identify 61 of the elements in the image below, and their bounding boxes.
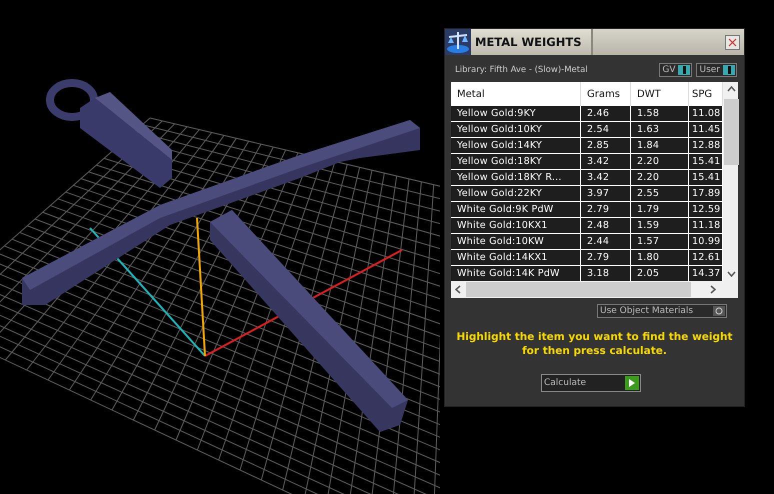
vertical-scrollbar[interactable]	[723, 82, 738, 281]
table-cell: 14.37	[689, 266, 723, 282]
table-cell: 15.41	[689, 154, 723, 170]
table-cell: 11.18	[689, 218, 723, 234]
table-cell: 2.20	[631, 154, 689, 170]
scale-icon	[445, 29, 471, 55]
table-cell: 1.63	[631, 122, 689, 138]
table-cell: 12.88	[689, 138, 723, 154]
table-cell: 1.80	[631, 250, 689, 266]
table-cell: 2.44	[581, 234, 631, 250]
table-cell: 2.79	[581, 250, 631, 266]
table-cell: Yellow Gold:10KY	[451, 122, 581, 138]
table-cell: 11.08	[689, 106, 723, 122]
table-cell: White Gold:9K PdW	[451, 202, 581, 218]
table-cell: 12.59	[689, 202, 723, 218]
horizontal-scrollbar[interactable]	[451, 281, 738, 298]
table-cell: 2.85	[581, 138, 631, 154]
window-title: METAL WEIGHTS	[475, 35, 582, 49]
table-cell: 3.42	[581, 154, 631, 170]
table-cell: 17.89	[689, 186, 723, 202]
table-cell: White Gold:10KX1	[451, 218, 581, 234]
table-cell: White Gold:10KW	[451, 234, 581, 250]
instruction-text: Highlight the item you want to find the weight for then press calculate.	[456, 330, 734, 358]
table-cell: 12.61	[689, 250, 723, 266]
table-cell: 10.99	[689, 234, 723, 250]
close-icon	[728, 38, 737, 46]
table-cell: 1.58	[631, 106, 689, 122]
toggle-button[interactable]: User	[696, 63, 737, 77]
calculate-button[interactable]: Calculate	[541, 374, 641, 392]
library-label: Library: Fifth Ave - (Slow)-Metal	[455, 65, 588, 75]
toggle-button[interactable]: Use Object Materials	[597, 304, 727, 318]
table-cell: Yellow Gold:9KY	[451, 106, 581, 122]
table-cell: 15.41	[689, 170, 723, 186]
table-cell: White Gold:14K PdW	[451, 266, 581, 282]
table-cell: 2.48	[581, 218, 631, 234]
table-cell: 1.79	[631, 202, 689, 218]
table-cell: White Gold:14KX1	[451, 250, 581, 266]
table-cell: 3.97	[581, 186, 631, 202]
table-cell: 1.59	[631, 218, 689, 234]
table-cell: Yellow Gold:18KY R...	[451, 170, 581, 186]
table-cell: Yellow Gold:14KY	[451, 138, 581, 154]
table-cell: 2.05	[631, 266, 689, 282]
scroll-down-icon[interactable]	[727, 271, 736, 277]
play-icon	[629, 379, 635, 387]
table-cell: 2.79	[581, 202, 631, 218]
table-cell: 11.45	[689, 122, 723, 138]
table-cell: 2.46	[581, 106, 631, 122]
table-cell: Yellow Gold:22KY	[451, 186, 581, 202]
table-cell: 1.57	[631, 234, 689, 250]
table-cell: Yellow Gold:18KY	[451, 154, 581, 170]
table-cell: 3.18	[581, 266, 631, 282]
table-cell: 2.55	[631, 186, 689, 202]
table-cell: 2.54	[581, 122, 631, 138]
toggle-button[interactable]: GV	[659, 63, 692, 77]
scroll-up-icon[interactable]	[727, 86, 736, 92]
table-cell: 1.84	[631, 138, 689, 154]
scroll-right-icon[interactable]	[710, 285, 716, 294]
table-cell: 2.20	[631, 170, 689, 186]
scroll-left-icon[interactable]	[455, 285, 461, 294]
close-button[interactable]	[725, 34, 740, 50]
table-cell: 3.42	[581, 170, 631, 186]
